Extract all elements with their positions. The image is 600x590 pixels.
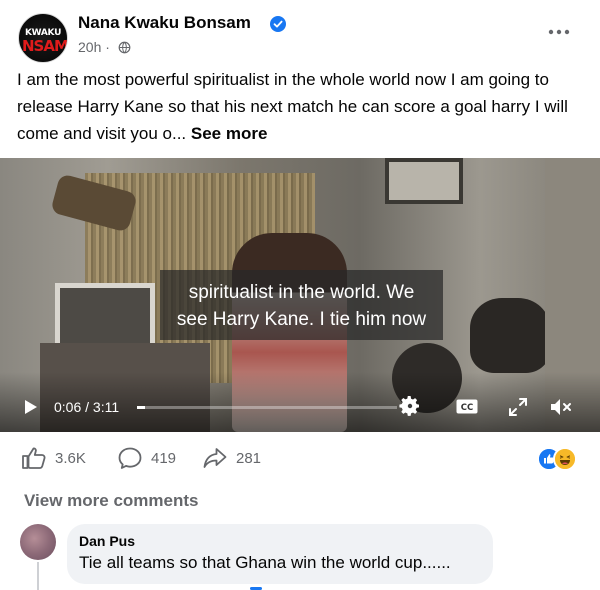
play-icon[interactable] [24, 399, 38, 415]
progress-bar[interactable] [137, 406, 397, 409]
thumbs-up-icon [22, 447, 46, 469]
duration: 3:11 [92, 399, 120, 415]
avatar-logo-text-bottom: NSAM [22, 37, 68, 55]
settings-gear-icon[interactable] [398, 394, 422, 418]
progress-fill [137, 406, 146, 409]
video-time: 0:06 / 3:11 [54, 399, 119, 415]
video-controls: 0:06 / 3:11 CC [0, 390, 600, 424]
haha-reaction-icon [553, 447, 577, 471]
post-body: I am the most powerful spiritualist in t… [17, 70, 568, 143]
more-options-button[interactable] [546, 22, 572, 42]
see-more-link[interactable]: See more [191, 124, 268, 143]
comment-count: 419 [151, 449, 177, 467]
comment-author[interactable]: Dan Pus [79, 533, 135, 549]
svg-text:CC: CC [461, 403, 473, 413]
reaction-stats-bar: 3.6K 419 281 [0, 440, 600, 476]
mute-icon[interactable] [549, 396, 573, 418]
reaction-summary[interactable] [537, 445, 583, 471]
comment-button[interactable]: 419 [117, 440, 176, 476]
video-wall-frame [385, 158, 463, 204]
comment-thread-line [37, 562, 39, 590]
globe-icon [118, 41, 131, 54]
closed-captions-icon[interactable]: CC [456, 399, 478, 414]
current-time: 0:06 [54, 399, 82, 415]
author-avatar[interactable]: KWAKU NSAM [18, 13, 68, 63]
meta-separator: · [101, 39, 110, 55]
caption-line-2: see Harry Kane. I tie him now [176, 309, 427, 330]
comment-text: Tie all teams so that Ghana win the worl… [79, 553, 451, 572]
post-timestamp[interactable]: 20h [78, 39, 101, 55]
author-name[interactable]: Nana Kwaku Bonsam [78, 13, 251, 33]
post-card: KWAKU NSAM Nana Kwaku Bonsam 20h · I am … [0, 0, 600, 590]
like-count: 3.6K [55, 449, 86, 467]
like-button[interactable]: 3.6K [21, 440, 86, 476]
share-arrow-icon [203, 448, 227, 468]
fullscreen-icon[interactable] [507, 396, 529, 418]
share-count: 281 [236, 449, 262, 467]
video-mask [470, 298, 550, 373]
share-button[interactable]: 281 [202, 440, 261, 476]
video-caption: spiritualist in the world. We see Harry … [160, 279, 443, 333]
caption-line-1: spiritualist in the world. We [188, 282, 415, 303]
comment-bubble-icon [118, 447, 142, 469]
post-text: I am the most powerful spiritualist in t… [17, 66, 587, 147]
post-meta: 20h · [78, 39, 131, 55]
view-more-comments-link[interactable]: View more comments [24, 491, 198, 511]
commenter-avatar[interactable] [20, 524, 56, 560]
time-separator: / [81, 399, 93, 415]
verified-badge-icon [270, 16, 286, 32]
